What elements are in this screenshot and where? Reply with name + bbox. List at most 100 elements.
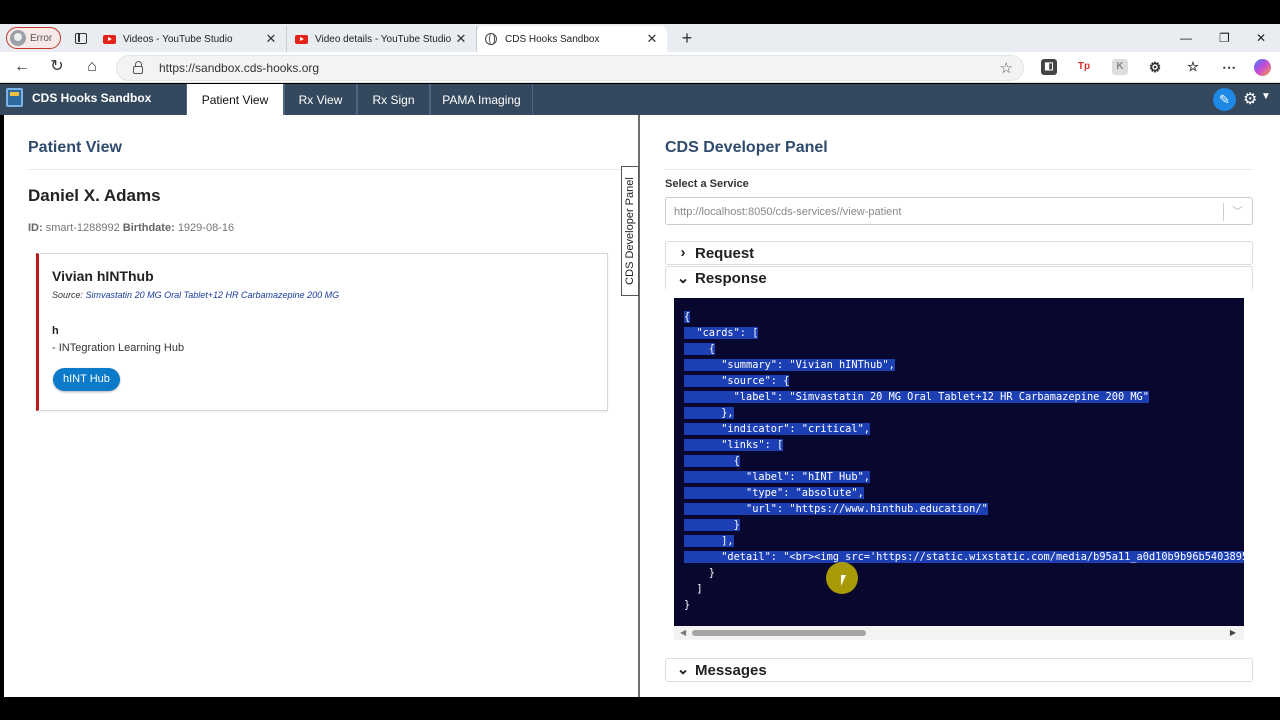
messages-accordion[interactable]: ⌄ Messages [665, 658, 1253, 682]
json-line: "type": "absolute", [684, 487, 864, 499]
browser-tab-cds-hooks[interactable]: CDS Hooks Sandbox ✕ [477, 26, 667, 52]
tab-title: Video details - YouTube Studio [315, 33, 452, 45]
response-json-text[interactable]: { "cards": [ { "summary": "Vivian hINThu… [684, 309, 1244, 613]
service-select-value: http://localhost:8050/cds-services//view… [674, 206, 902, 218]
tab-title: Videos - YouTube Studio [123, 33, 233, 45]
translate-extension-icon[interactable]: Tp [1076, 59, 1092, 75]
card-detail-text: - INTegration Learning Hub [52, 342, 185, 354]
json-line: "indicator": "critical", [684, 423, 870, 435]
mouse-cursor-icon [841, 575, 851, 586]
copilot-icon[interactable] [1254, 59, 1271, 76]
brand-title: CDS Hooks Sandbox [32, 90, 152, 105]
globe-icon [485, 33, 497, 45]
scroll-left-arrow-icon[interactable]: ◀ [680, 628, 686, 637]
response-accordion[interactable]: ⌄ Response [665, 266, 1253, 290]
favorite-star-icon[interactable]: ☆ [1000, 59, 1013, 77]
json-line: "source": { [684, 375, 790, 387]
profile-avatar-icon [10, 30, 26, 46]
profile-button[interactable]: Error [6, 27, 61, 49]
horizontal-scrollbar[interactable]: ◀ ▶ [674, 626, 1244, 640]
screen-bottom-border [0, 697, 1280, 720]
developer-panel-toggle[interactable]: CDS Developer Panel [621, 166, 639, 296]
main-content: Patient View Daniel X. Adams ID: smart-1… [4, 115, 1280, 697]
tab-actions-button[interactable] [67, 32, 95, 44]
tab-rx-view[interactable]: Rx View [284, 84, 357, 115]
minimize-button[interactable]: — [1180, 24, 1192, 52]
lock-icon[interactable] [133, 61, 143, 74]
tab-pama-imaging[interactable]: PAMA Imaging [430, 84, 533, 115]
json-line: ], [684, 535, 734, 547]
browser-tab-youtube-videos[interactable]: Videos - YouTube Studio ✕ [95, 26, 287, 52]
settings-gear-icon[interactable]: ⚙ [1243, 89, 1257, 109]
json-line: } [684, 567, 715, 579]
developer-panel-toggle-label: CDS Developer Panel [624, 177, 636, 285]
service-select[interactable]: http://localhost:8050/cds-services//view… [665, 197, 1253, 225]
json-line: } [684, 519, 740, 531]
birthdate-label: Birthdate: [122, 222, 175, 234]
card-source-label[interactable]: Simvastatin 20 MG Oral Tablet+12 HR Carb… [86, 290, 340, 300]
extension-icon[interactable]: K [1112, 59, 1128, 75]
tab-patient-view[interactable]: Patient View [186, 84, 284, 115]
tab-actions-icon [75, 32, 87, 44]
app-navbar: CDS Hooks Sandbox Patient View Rx View R… [0, 84, 1280, 115]
scroll-right-arrow-icon[interactable]: ▶ [1230, 628, 1236, 637]
select-service-label: Select a Service [665, 178, 749, 190]
json-line: { [684, 343, 715, 355]
screen-top-border [0, 0, 1280, 24]
card-source: Source: Simvastatin 20 MG Oral Tablet+12… [52, 290, 339, 300]
close-tab-icon[interactable]: ✕ [454, 31, 468, 47]
card-summary: Vivian hINThub [52, 268, 154, 284]
json-line: { [684, 311, 691, 323]
youtube-icon [103, 34, 116, 44]
patient-meta: ID: smart-1288992 Birthdate: 1929-08-16 [28, 222, 234, 234]
cds-card: Vivian hINThub Source: Simvastatin 20 MG… [36, 253, 608, 411]
browser-tab-strip: Error Videos - YouTube Studio ✕ Video de… [0, 24, 1280, 52]
cds-hooks-logo-icon [6, 88, 23, 107]
extensions-puzzle-icon[interactable]: ⚙ [1147, 59, 1163, 75]
youtube-icon [295, 34, 308, 44]
favorites-icon[interactable]: ☆ [1185, 59, 1201, 75]
hint-hub-link-button[interactable]: hINT Hub [53, 368, 120, 391]
reload-icon[interactable]: ↻ [48, 58, 66, 76]
scrollbar-thumb[interactable] [692, 630, 866, 636]
chevron-down-icon[interactable]: ﹀ [1232, 203, 1243, 219]
json-line: } [684, 599, 691, 611]
response-json-viewer[interactable]: { "cards": [ { "summary": "Vivian hINThu… [674, 298, 1244, 626]
id-value: smart-1288992 [45, 222, 120, 234]
close-window-button[interactable]: ✕ [1256, 24, 1266, 52]
chevron-right-icon: › [680, 244, 686, 261]
chevron-down-icon: ⌄ [676, 269, 690, 287]
select-separator [1223, 203, 1224, 221]
close-tab-icon[interactable]: ✕ [264, 31, 278, 47]
url-text[interactable]: https://sandbox.cds-hooks.org [159, 61, 319, 75]
page-title: Patient View [28, 139, 122, 156]
patient-name: Daniel X. Adams [28, 186, 161, 205]
app-brand[interactable]: CDS Hooks Sandbox [6, 88, 151, 107]
json-line: "label": "Simvastatin 20 MG Oral Tablet+… [684, 391, 1149, 403]
card-source-prefix: Source: [52, 290, 84, 300]
new-tab-button[interactable]: + [677, 28, 697, 49]
json-line: "links": [ [684, 439, 784, 451]
request-accordion[interactable]: › Request [665, 241, 1253, 265]
address-bar[interactable]: https://sandbox.cds-hooks.org ☆ [116, 55, 1024, 81]
divider [28, 169, 628, 170]
more-menu-icon[interactable]: ⋯ [1221, 59, 1237, 75]
profile-status-label: Error [30, 32, 53, 44]
chevron-down-icon[interactable]: ▼ [1261, 91, 1271, 102]
response-label: Response [695, 270, 767, 287]
json-line: { [684, 455, 740, 467]
edit-pencil-button[interactable]: ✎ [1213, 88, 1236, 111]
developer-panel: CDS Developer Panel Select a Service htt… [642, 115, 1280, 697]
restore-button[interactable]: ❐ [1219, 24, 1230, 52]
home-icon[interactable]: ⌂ [83, 58, 101, 76]
request-label: Request [695, 244, 755, 262]
tab-title: CDS Hooks Sandbox [505, 33, 600, 45]
tab-rx-sign[interactable]: Rx Sign [357, 84, 430, 115]
card-detail-heading: h [52, 325, 59, 337]
back-arrow-icon[interactable]: ← [13, 58, 31, 76]
extension-icon[interactable]: ◧ [1041, 59, 1057, 75]
json-line: ] [684, 583, 703, 595]
panel-title: CDS Developer Panel [665, 139, 828, 156]
browser-tab-youtube-details[interactable]: Video details - YouTube Studio ✕ [287, 26, 477, 52]
close-tab-icon[interactable]: ✕ [645, 31, 659, 47]
